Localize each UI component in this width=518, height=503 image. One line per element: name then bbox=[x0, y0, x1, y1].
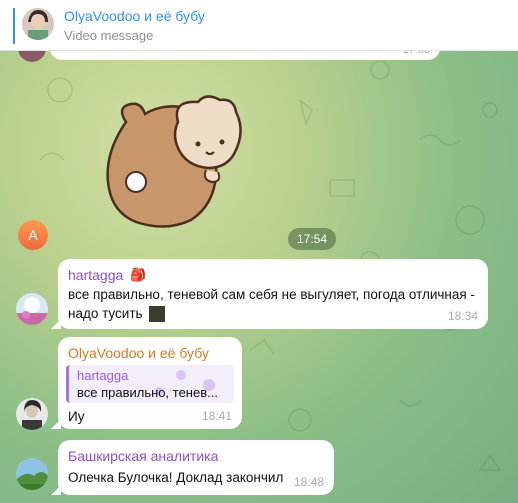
sender-avatar[interactable]: A bbox=[18, 220, 48, 250]
sender-avatar[interactable] bbox=[16, 293, 48, 325]
reply-quote[interactable]: hartagga все правильно, тенев... bbox=[66, 365, 234, 403]
message-text: надо тусить bbox=[68, 304, 166, 323]
message-time: 18:41 bbox=[201, 409, 232, 423]
message-text: Олечка Булочка! Доклад закончил bbox=[68, 470, 284, 485]
sticker-image[interactable] bbox=[106, 92, 246, 242]
reply-text: все правильно, тенев... bbox=[77, 385, 218, 400]
message-bubble: OlyaVoodoo и её бубу hartagga все правил… bbox=[51, 337, 242, 429]
sender-name[interactable]: hartagga bbox=[68, 267, 123, 283]
reply-sender-name: hartagga bbox=[77, 368, 129, 383]
pinned-video-thumbnail bbox=[22, 8, 54, 40]
sender-avatar[interactable] bbox=[16, 398, 48, 430]
emoji-icon: 🎒 bbox=[130, 267, 147, 282]
pinned-subtitle: Video message bbox=[64, 28, 154, 43]
sender-name[interactable]: OlyaVoodoo и её бубу bbox=[68, 345, 209, 361]
pinned-indicator bbox=[13, 8, 15, 44]
message-bubble: hartagga 🎒 все правильно, теневой сам се… bbox=[51, 259, 488, 329]
sticker-time: 17:54 bbox=[288, 228, 337, 250]
bubble-tail bbox=[51, 485, 61, 495]
pinned-message-bar[interactable]: OlyaVoodoo и её бубу Video message bbox=[0, 0, 518, 51]
sender-avatar[interactable] bbox=[16, 458, 48, 490]
message-bubble: Башкирская аналитика Олечка Булочка! Док… bbox=[51, 440, 334, 495]
bubble-tail bbox=[51, 319, 61, 329]
message-text: все правильно, теневой сам себя не выгул… bbox=[68, 287, 475, 302]
message-time: 18:48 bbox=[293, 475, 324, 489]
bubble-tail bbox=[51, 419, 61, 429]
sender-name[interactable]: Башкирская аналитика bbox=[68, 448, 218, 464]
pinned-title: OlyaVoodoo и её бубу bbox=[64, 8, 205, 24]
message-time: 18:34 bbox=[447, 309, 478, 323]
message-text-line: надо тусить bbox=[68, 306, 143, 321]
emoji-icon bbox=[149, 306, 166, 323]
message-text: Иу bbox=[68, 409, 85, 424]
